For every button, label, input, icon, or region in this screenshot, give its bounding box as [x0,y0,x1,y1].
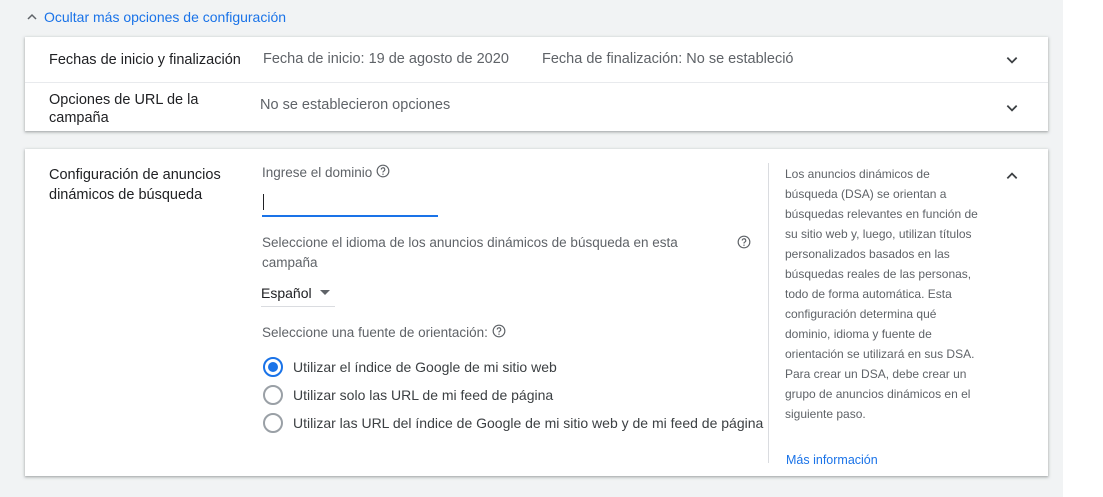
dsa-settings-card: Configuración de anuncios dinámicos de b… [25,149,1048,476]
targeting-source-label: Seleccione una fuente de orientación: [262,323,506,343]
language-field-label: Seleccione el idioma de los anuncios din… [262,235,678,270]
domain-field-label: Ingrese el dominio [262,163,390,183]
chevron-down-icon [1006,105,1018,112]
help-icon[interactable] [492,324,506,338]
radio-option-page-feed[interactable]: Utilizar solo las URL de mi feed de pági… [263,384,553,406]
url-options-label: Opciones de URL de la campaña [49,92,199,126]
dates-row[interactable]: Fechas de inicio y finalización Fecha de… [25,37,1048,83]
radio-option-google-index[interactable]: Utilizar el índice de Google de mi sitio… [263,356,557,378]
radio-button[interactable] [263,385,283,405]
page-side-strip [1063,0,1103,497]
hide-more-settings-toggle[interactable]: Ocultar más opciones de configuración [26,6,286,28]
chevron-up-icon [27,13,37,20]
language-select-value: Español [261,284,312,301]
radio-option-index-and-feed[interactable]: Utilizar las URL del índice de Google de… [263,412,763,434]
dates-row-label: Fechas de inicio y finalización [49,52,241,68]
radio-button[interactable] [263,413,283,433]
end-date-value: Fecha de finalización: No se estableció [542,51,794,67]
toggle-label: Ocultar más opciones de configuración [44,9,287,25]
chevron-up-icon [1006,172,1018,179]
radio-label: Utilizar solo las URL de mi feed de pági… [293,387,554,403]
help-icon[interactable] [376,164,390,178]
collapse-dsa-button[interactable] [1002,166,1022,186]
radio-label: Utilizar las URL del índice de Google de… [293,415,764,431]
domain-input[interactable] [262,189,438,217]
start-date-value: Fecha de inicio: 19 de agosto de 2020 [263,51,509,67]
settings-card: Fechas de inicio y finalización Fecha de… [25,37,1048,131]
dsa-section-label: Configuración de anuncios dinámicos de b… [49,167,221,203]
radio-button-selected[interactable] [263,357,283,377]
expand-url-options-button[interactable] [1002,98,1022,118]
url-options-value: No se establecieron opciones [260,97,451,113]
targeting-source-text: Seleccione una fuente de orientación: [262,325,488,340]
radio-label: Utilizar el índice de Google de mi sitio… [293,359,557,375]
chevron-down-icon [1006,57,1018,64]
expand-dates-button[interactable] [1002,50,1022,70]
learn-more-link[interactable]: Más información [786,453,878,467]
url-options-row[interactable]: Opciones de URL de la campaña No se esta… [25,83,1048,131]
help-panel: Los anuncios dinámicos de búsqueda (DSA)… [768,163,1008,467]
text-cursor [263,194,264,210]
help-panel-text: Los anuncios dinámicos de búsqueda (DSA)… [785,167,978,421]
domain-label-text: Ingrese el dominio [262,165,373,180]
dropdown-arrow-icon [319,290,330,295]
help-icon[interactable] [737,235,751,249]
language-select[interactable]: Español [261,279,335,307]
